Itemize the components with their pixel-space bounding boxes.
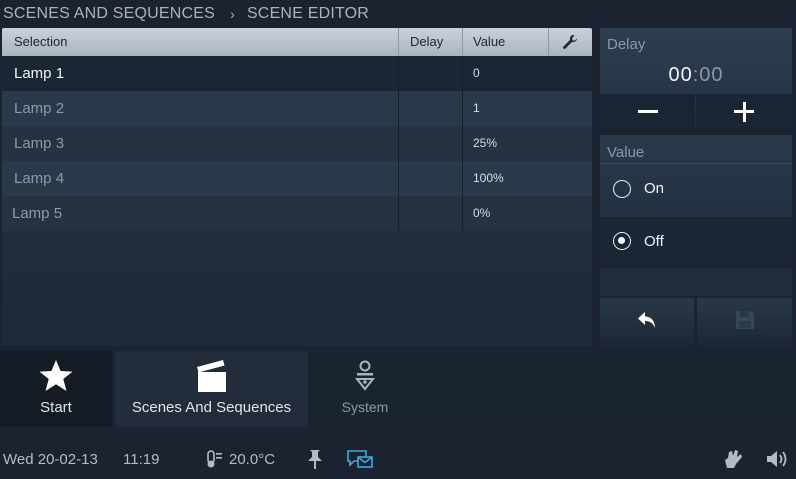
table-row[interactable]: Lamp 4 100%	[2, 161, 592, 196]
column-header-selection[interactable]: Selection	[14, 28, 67, 56]
row-value: 1	[473, 101, 480, 115]
undo-arrow-icon	[636, 310, 658, 335]
panel-spacer	[600, 268, 792, 296]
column-divider	[548, 28, 549, 56]
row-name: Lamp 1	[14, 65, 65, 82]
radio-label: On	[644, 180, 665, 197]
breadcrumb-separator: ›	[230, 6, 235, 22]
cell-divider	[398, 161, 399, 196]
system-icon	[355, 359, 375, 393]
value-option-off[interactable]: Off	[600, 217, 792, 265]
row-name: Lamp 2	[14, 100, 65, 117]
floppy-disk-icon	[734, 309, 756, 336]
row-value: 0%	[473, 206, 491, 220]
breadcrumb-parent[interactable]: SCENES AND SEQUENCES	[3, 5, 215, 23]
column-header-value[interactable]: Value	[473, 28, 505, 56]
value-panel: Value On Off	[600, 135, 792, 265]
nav-label: Start	[40, 399, 72, 416]
radio-unchecked-icon[interactable]	[613, 179, 631, 198]
column-divider	[462, 28, 463, 56]
cell-divider	[462, 161, 463, 196]
column-header-delay[interactable]: Delay	[410, 28, 443, 56]
row-name: Lamp 5	[12, 205, 63, 222]
row-name: Lamp 4	[14, 170, 65, 187]
plus-icon	[734, 101, 754, 122]
table-header: Selection Delay Value	[2, 28, 592, 56]
nav-scenes-and-sequences[interactable]: Scenes And Sequences	[115, 351, 308, 427]
status-temperature: 20.0°C	[229, 451, 276, 468]
delay-minutes: 00	[668, 64, 693, 86]
cell-divider	[398, 196, 399, 231]
cell-divider	[398, 91, 399, 126]
cell-divider	[398, 126, 399, 161]
delay-panel: Delay 00:00	[600, 28, 792, 129]
cell-divider	[398, 56, 399, 91]
decrease-delay-button[interactable]	[600, 94, 695, 129]
table-row[interactable]: Lamp 3 25%	[2, 126, 592, 161]
save-button[interactable]	[697, 298, 792, 346]
message-icon[interactable]	[346, 449, 374, 473]
row-name: Lamp 3	[14, 135, 65, 152]
value-option-on[interactable]: On	[600, 163, 792, 213]
cell-divider	[462, 196, 463, 231]
status-bar: Wed 20-02-13 11:19 20.0°C	[0, 440, 796, 479]
hand-icon[interactable]	[722, 448, 744, 474]
radio-label: Off	[644, 232, 664, 250]
row-value: 100%	[473, 171, 504, 185]
breadcrumb-current: SCENE EDITOR	[246, 5, 370, 22]
value-title: Value	[607, 144, 645, 161]
table-row[interactable]: Lamp 1 0	[2, 56, 592, 91]
delay-title: Delay	[607, 36, 646, 53]
status-date: Wed 20-02-13	[3, 451, 98, 468]
minus-icon	[637, 110, 658, 113]
nav-label: System	[341, 399, 389, 415]
table-row[interactable]: Lamp 5 0%	[2, 196, 592, 231]
speaker-icon[interactable]	[765, 449, 789, 473]
row-value: 0	[473, 66, 480, 80]
cell-divider	[462, 56, 463, 91]
scene-table: Selection Delay Value Lamp 1 0 Lamp 2 1 …	[2, 28, 592, 346]
column-divider	[398, 28, 399, 56]
pin-icon[interactable]	[306, 448, 324, 474]
star-icon	[38, 359, 74, 393]
wrench-icon[interactable]	[562, 34, 578, 50]
radio-checked-icon[interactable]	[613, 232, 631, 250]
status-time: 11:19	[123, 451, 160, 468]
delay-time-display: 00:00	[600, 64, 792, 87]
nav-label: Scenes And Sequences	[131, 399, 292, 416]
cell-divider	[462, 126, 463, 161]
nav-start[interactable]: Start	[0, 351, 112, 427]
increase-delay-button[interactable]	[696, 94, 792, 129]
delay-seconds: 00	[699, 64, 724, 86]
thermometer-icon	[205, 449, 225, 473]
row-value: 25%	[473, 136, 498, 150]
nav-system[interactable]: System	[310, 351, 420, 427]
clapperboard-icon	[195, 359, 229, 393]
breadcrumb: SCENES AND SEQUENCES › SCENE EDITOR	[3, 4, 369, 24]
cell-divider	[462, 91, 463, 126]
bottom-nav: Start Scenes And Sequences System	[0, 351, 796, 427]
table-row[interactable]: Lamp 2 1	[2, 91, 592, 126]
back-button[interactable]	[600, 298, 694, 346]
